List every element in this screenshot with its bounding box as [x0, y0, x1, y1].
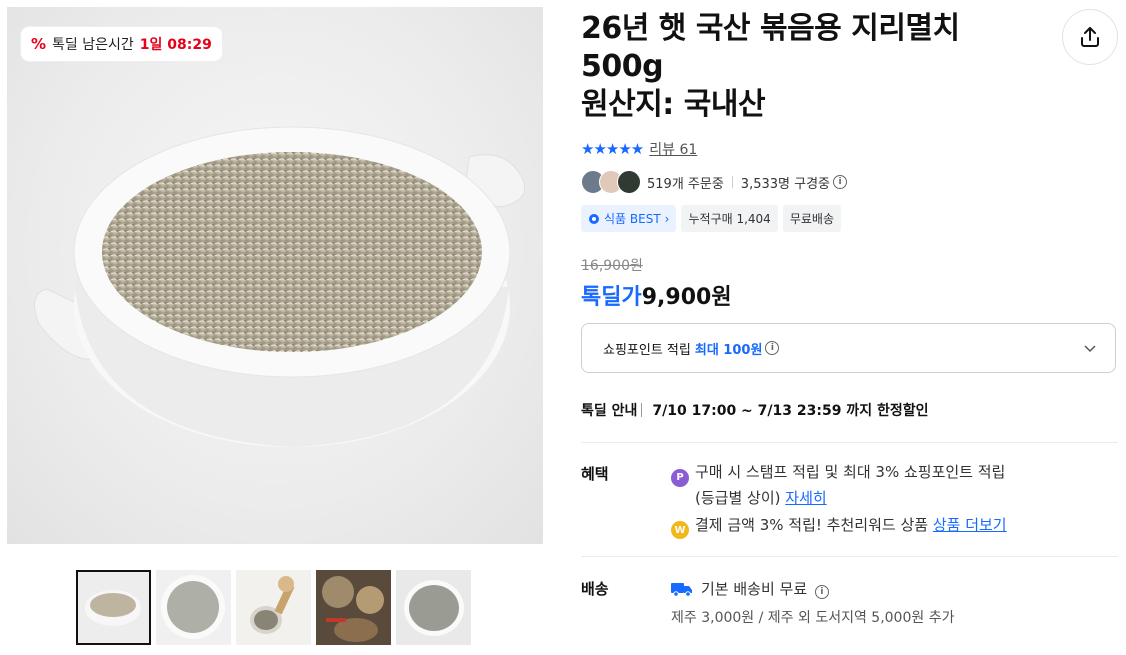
shopping-point-dropdown[interactable]: 쇼핑포인트 적립 최대 100원 i — [581, 323, 1116, 373]
chevron-right-icon: › — [664, 211, 670, 226]
tag-cumulative-purchases: 누적구매 1,404 — [681, 205, 778, 232]
point-max: 최대 100원 — [694, 342, 763, 358]
thumbnail-3[interactable] — [236, 570, 311, 645]
deal-info-row: 톡딜 안내 7/10 17:00 ~ 7/13 23:59 까지 한정할인 — [581, 400, 928, 420]
benefit-sub-text: (등급별 상이) — [695, 488, 781, 507]
avatar — [617, 170, 641, 194]
reward-coin-icon: W — [671, 521, 689, 539]
point-p-icon: P — [671, 468, 689, 487]
buyer-avatars — [581, 170, 641, 194]
share-button[interactable] — [1062, 9, 1118, 65]
tag-food-best[interactable]: 식품 BEST › — [581, 205, 677, 232]
deal-info-label: 톡딜 안내 — [581, 403, 638, 419]
product-title: 26년 햇 국산 볶음용 지리멸치 500g 원산지: 국내산 — [581, 10, 1041, 124]
title-line-2: 500g — [581, 49, 664, 84]
star-rating: ★★★★★ — [581, 140, 644, 158]
divider — [641, 403, 643, 417]
thumbnail-1[interactable] — [76, 570, 151, 645]
order-count: 519개 주문중 — [647, 176, 724, 192]
thumbnail-4[interactable] — [316, 570, 391, 645]
info-icon[interactable]: i — [765, 341, 780, 355]
section-divider — [581, 442, 1118, 443]
tag-free-shipping: 무료배송 — [782, 205, 841, 232]
thumbnail-5[interactable] — [396, 570, 471, 645]
tag-label: 식품 BEST — [604, 212, 661, 226]
tag-list: 식품 BEST › 누적구매 1,404 무료배송 — [581, 205, 841, 232]
viewer-count: 3,533명 구경중 — [740, 176, 830, 192]
deal-period: 7/10 17:00 ~ 7/13 23:59 까지 한정할인 — [652, 403, 929, 419]
truck-icon — [671, 583, 692, 597]
divider — [731, 176, 733, 188]
deal-timer-value: 1일 08:29 — [139, 37, 212, 53]
chevron-down-icon — [1084, 345, 1096, 353]
benefit-item-sub: (등급별 상이) 자세히 — [671, 487, 1007, 510]
more-products-link[interactable]: 상품 더보기 — [933, 516, 1007, 534]
benefit-detail-link[interactable]: 자세히 — [785, 489, 826, 507]
shipping-extra-fee: 제주 3,000원 / 제주 외 도서지역 5,000원 추가 — [671, 610, 955, 626]
sale-price-value: 9,900원 — [641, 285, 732, 310]
benefit-list: P 구매 시 스탬프 적립 및 최대 3% 쇼핑포인트 적립 (등급별 상이) 자… — [671, 461, 1007, 539]
info-icon[interactable]: i — [833, 175, 847, 189]
title-line-3: 원산지: 국내산 — [581, 87, 766, 122]
thumbnail-strip — [76, 570, 471, 645]
product-main-image: % 톡딜 남은시간 1일 08:29 — [7, 7, 543, 544]
section-divider — [581, 556, 1118, 557]
percent-icon: % — [31, 35, 47, 53]
thumbnail-2[interactable] — [156, 570, 231, 645]
shipping-fee-row: 기본 배송비 무료 i — [671, 578, 954, 599]
shipping-info: 기본 배송비 무료 i 제주 3,000원 / 제주 외 도서지역 5,000원… — [671, 578, 954, 627]
gear-icon — [589, 213, 599, 224]
benefit-item-stamp: P 구매 시 스탬프 적립 및 최대 3% 쇼핑포인트 적립 — [671, 461, 1007, 487]
shipping-fee-text: 기본 배송비 무료 — [701, 580, 808, 598]
sale-price-label: 톡딜가 — [581, 285, 642, 310]
shipping-label: 배송 — [581, 580, 609, 598]
deal-timer-badge: % 톡딜 남은시간 1일 08:29 — [21, 27, 222, 61]
benefit-item-reward: W 결제 금액 3% 적립! 추천리워드 상품 상품 더보기 — [671, 514, 1007, 539]
social-proof-row: 519개 주문중 3,533명 구경중 i — [581, 170, 847, 194]
rating-row: ★★★★★ 리뷰 61 — [581, 139, 697, 159]
review-link[interactable]: 리뷰 61 — [649, 139, 697, 159]
deal-timer-label: 톡딜 남은시간 — [52, 37, 134, 53]
benefit-text: 결제 금액 3% 적립! 추천리워드 상품 — [695, 515, 929, 534]
title-line-1: 26년 햇 국산 볶음용 지리멸치 — [581, 11, 960, 46]
point-label: 쇼핑포인트 적립 — [603, 342, 691, 358]
share-icon — [1081, 27, 1099, 47]
original-price: 16,900원 — [581, 258, 643, 274]
benefit-label: 혜택 — [581, 465, 609, 483]
sale-price: 톡딜가 9,900원 — [581, 279, 732, 311]
benefit-text: 구매 시 스탬프 적립 및 최대 3% 쇼핑포인트 적립 — [695, 463, 1006, 481]
info-icon[interactable]: i — [814, 585, 829, 599]
